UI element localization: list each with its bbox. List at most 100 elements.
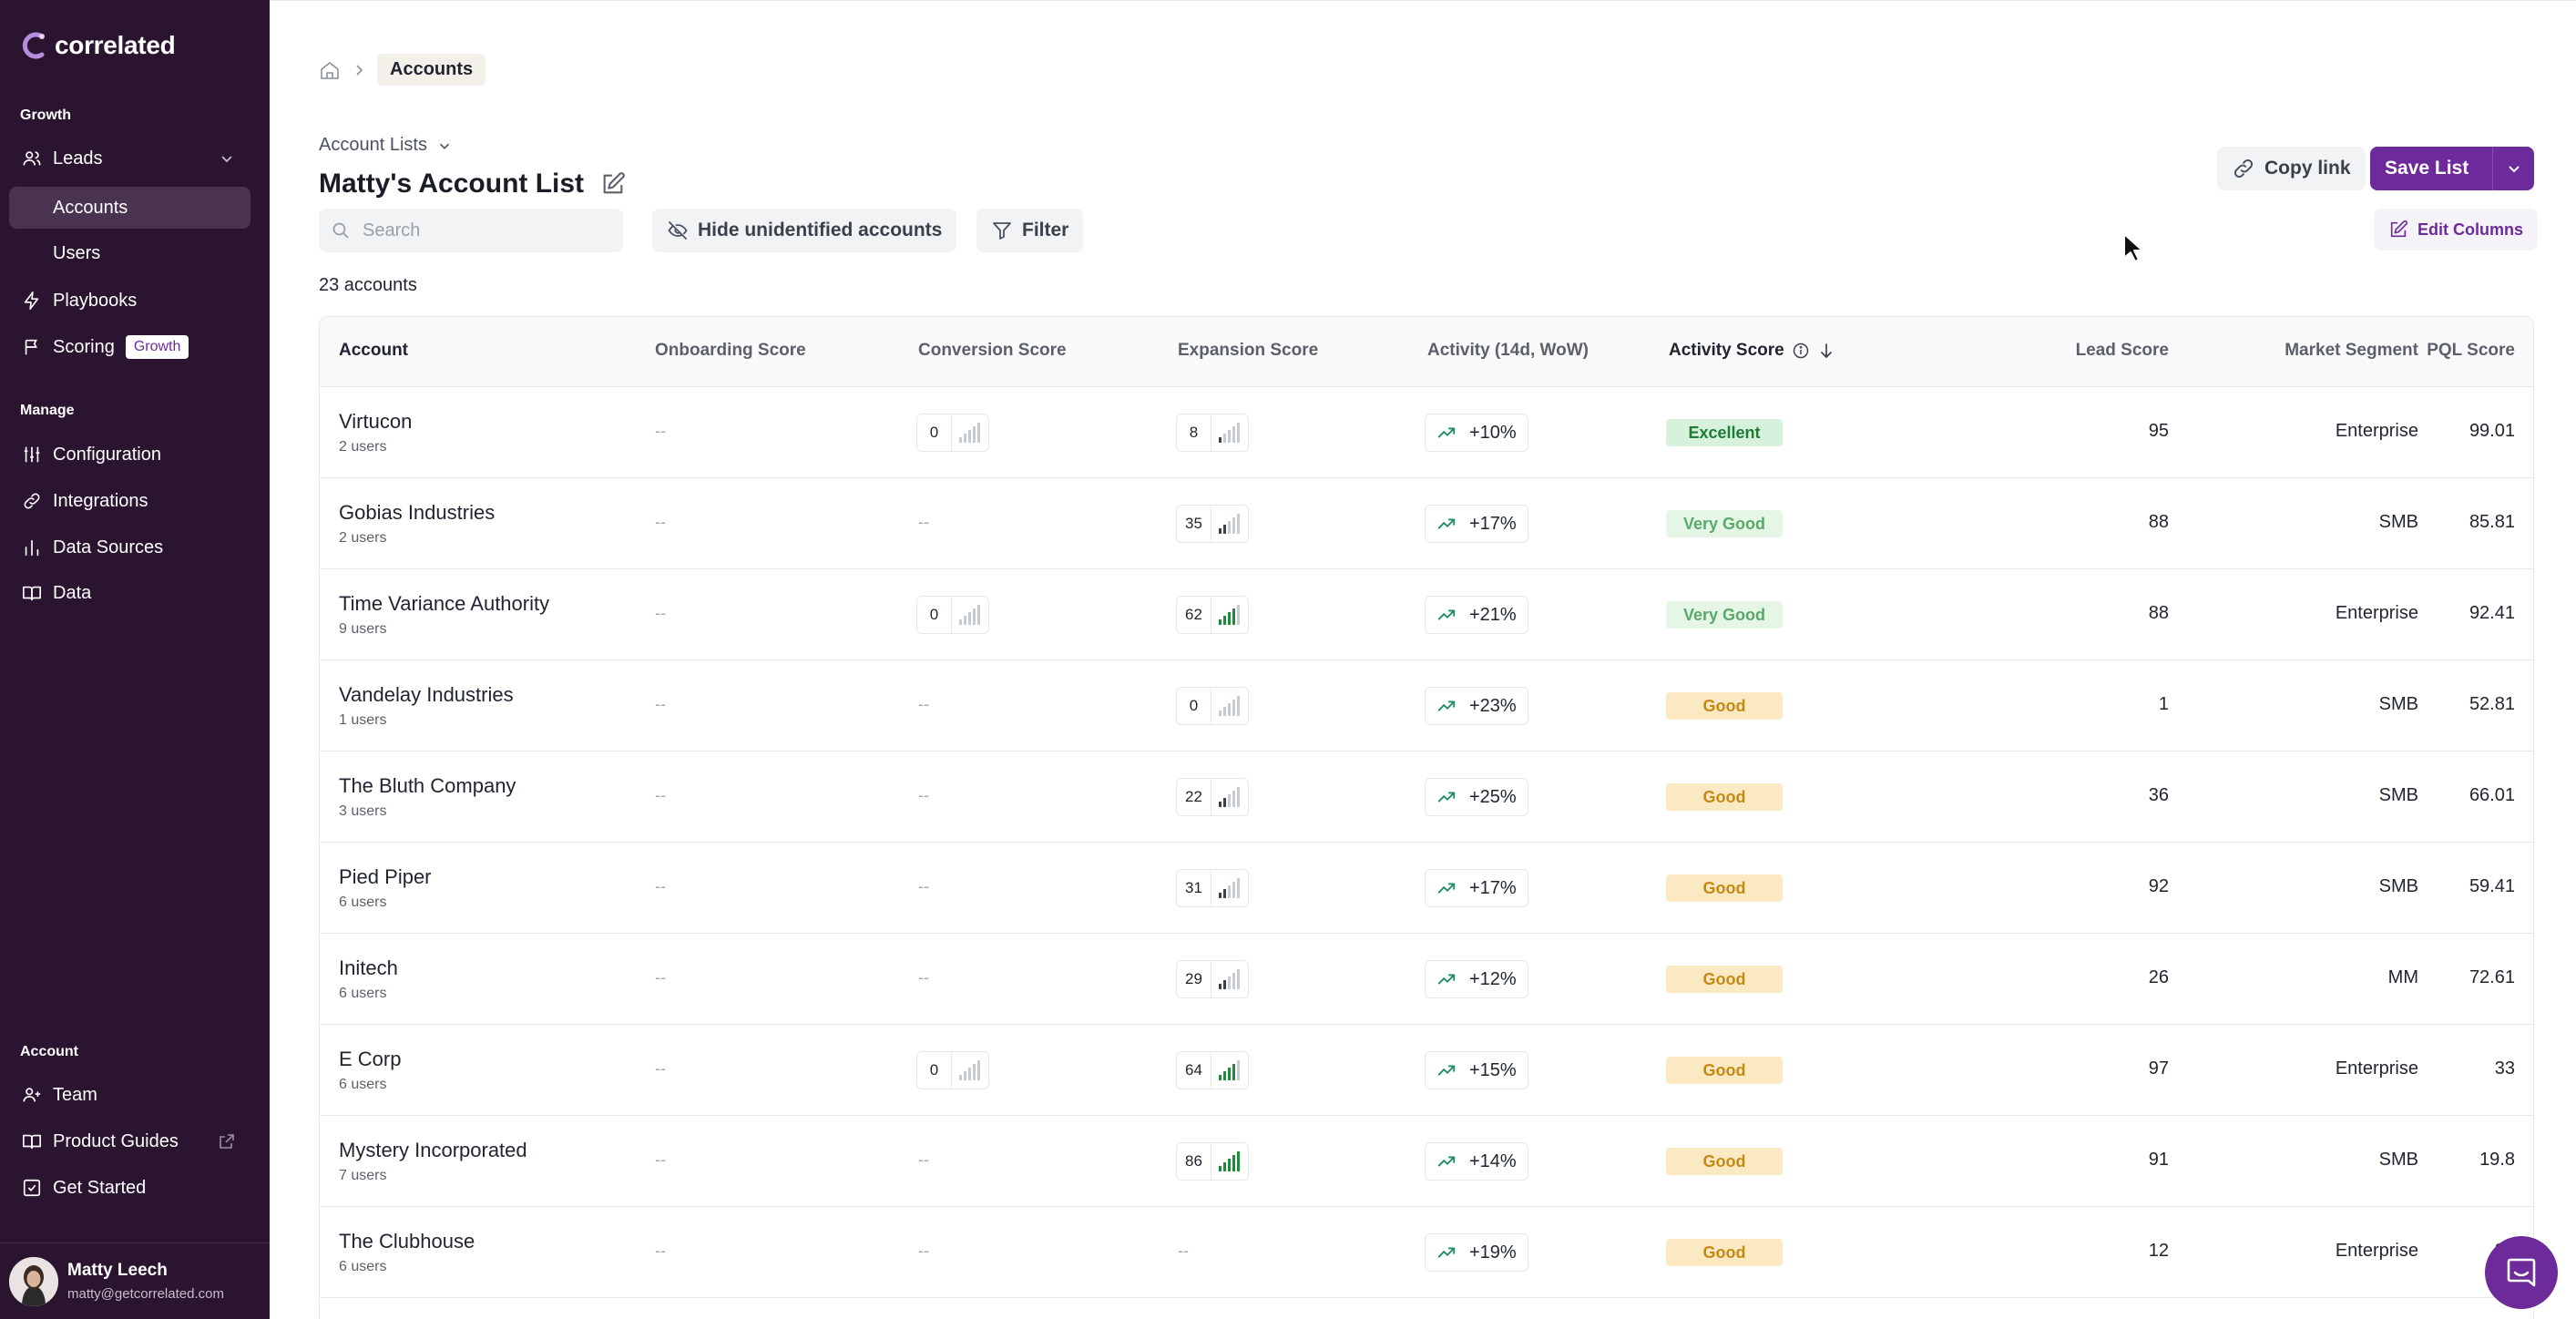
expansion-score: -- xyxy=(1178,1242,1189,1260)
onboarding-score: -- xyxy=(655,1242,666,1260)
home-icon[interactable] xyxy=(319,59,341,81)
column-header-pql-score[interactable]: PQL Score xyxy=(2369,341,2515,361)
account-name[interactable]: Initech xyxy=(339,956,398,980)
logo-icon xyxy=(22,32,45,59)
chat-launcher-button[interactable] xyxy=(2485,1236,2558,1309)
activity-score-badge: Very Good xyxy=(1666,510,1783,537)
signal-bars-icon xyxy=(1211,779,1248,815)
expansion-score-value: 22 xyxy=(1177,779,1211,815)
sidebar-item-configuration[interactable]: Configuration xyxy=(9,434,250,475)
table-row[interactable]: The Clubhouse 6 users -- -- -- +19% Good 12 Ente… xyxy=(320,1207,2533,1298)
sidebar: correlated Growth Leads Accounts Users P… xyxy=(0,0,270,1319)
account-name[interactable]: Vandelay Industries xyxy=(339,683,514,707)
table-row[interactable]: E Corp 6 users -- 0 64 +15% Good 97 Enterprise 33 xyxy=(320,1025,2533,1116)
signal-bars-icon xyxy=(952,1052,988,1089)
chevron-down-icon xyxy=(2508,166,2520,173)
save-options-dropdown[interactable] xyxy=(2492,147,2534,190)
sidebar-item-team[interactable]: Team xyxy=(9,1074,250,1116)
signal-bars-icon xyxy=(1211,506,1248,542)
account-name[interactable]: Mystery Incorporated xyxy=(339,1139,527,1162)
account-name[interactable]: The Bluth Company xyxy=(339,774,516,798)
trending-up-icon xyxy=(1437,974,1456,985)
conversion-score: 0 xyxy=(916,596,989,634)
table-row[interactable]: Initech 6 users -- -- 29 +12% Good 26 MM 72.61 xyxy=(320,934,2533,1025)
trending-up-icon xyxy=(1437,427,1456,438)
chevron-down-icon xyxy=(439,143,450,149)
column-header-lead-score[interactable]: Lead Score xyxy=(2032,341,2169,361)
sidebar-item-users[interactable]: Users xyxy=(9,232,250,274)
account-lists-dropdown[interactable]: Account Lists xyxy=(319,135,453,156)
sort-descending-icon[interactable] xyxy=(1817,342,1835,360)
conversion-score: -- xyxy=(918,513,929,531)
column-header-expansion[interactable]: Expansion Score xyxy=(1178,341,1318,361)
activity-value: +19% xyxy=(1469,1242,1517,1263)
column-header-onboarding[interactable]: Onboarding Score xyxy=(655,341,806,361)
sidebar-item-accounts[interactable]: Accounts xyxy=(9,187,250,229)
link-icon xyxy=(22,491,42,511)
expansion-score: 64 xyxy=(1176,1051,1249,1089)
lead-score: 88 xyxy=(2148,603,2169,623)
table-row[interactable]: Time Variance Authority 9 users -- 0 62 +21% V… xyxy=(320,569,2533,660)
save-list-button[interactable]: Save List xyxy=(2370,147,2534,190)
copy-link-button[interactable]: Copy link xyxy=(2217,147,2366,190)
lead-score: 26 xyxy=(2148,967,2169,987)
account-users: 9 users xyxy=(339,621,387,637)
copy-link-label: Copy link xyxy=(2264,158,2351,179)
table-row[interactable]: Gobias Industries 2 users -- -- 35 +17% Very G… xyxy=(320,478,2533,569)
lead-score: 1 xyxy=(2158,694,2169,714)
account-name[interactable]: Virtucon xyxy=(339,410,412,434)
signal-bars-icon xyxy=(1211,870,1248,906)
table-row[interactable]: Virtucon 2 users -- 0 8 +10% Excellent 95 Enterp… xyxy=(320,387,2533,478)
trending-up-icon xyxy=(1437,1247,1456,1258)
search-box[interactable] xyxy=(319,209,623,252)
account-name[interactable]: Time Variance Authority xyxy=(339,592,549,616)
activity-value: +25% xyxy=(1469,786,1517,807)
user-profile[interactable]: Matty Leech matty@getcorrelated.com xyxy=(0,1242,270,1319)
account-users: 2 users xyxy=(339,530,387,546)
lightning-icon xyxy=(22,291,42,311)
activity-trend: +17% xyxy=(1425,869,1528,907)
table-row[interactable]: Pied Piper 6 users -- -- 31 +17% Good 92 SMB 59.4… xyxy=(320,843,2533,934)
search-input[interactable] xyxy=(363,220,599,241)
filter-button[interactable]: Filter xyxy=(976,209,1084,252)
app-root: correlated Growth Leads Accounts Users P… xyxy=(0,0,2576,1319)
sidebar-item-data[interactable]: Data xyxy=(9,572,250,614)
account-name[interactable]: Pied Piper xyxy=(339,865,432,889)
account-name[interactable]: E Corp xyxy=(339,1048,401,1071)
sidebar-item-playbooks[interactable]: Playbooks xyxy=(9,280,250,322)
trending-up-icon xyxy=(1437,518,1456,529)
column-header-activity-score[interactable]: Activity Score xyxy=(1669,341,1835,361)
pql-score: 72.61 xyxy=(2469,967,2515,987)
column-header-conversion[interactable]: Conversion Score xyxy=(918,341,1067,361)
sidebar-item-leads[interactable]: Leads xyxy=(9,138,250,179)
table-row[interactable]: Mystery Incorporated 7 users -- -- 86 +14% Goo… xyxy=(320,1116,2533,1207)
hide-unidentified-label: Hide unidentified accounts xyxy=(698,220,943,240)
user-name: Matty Leech xyxy=(67,1261,168,1280)
trending-up-icon xyxy=(1437,883,1456,894)
info-icon[interactable] xyxy=(1792,342,1810,360)
sidebar-item-product-guides[interactable]: Product Guides xyxy=(9,1120,250,1162)
logo[interactable]: correlated xyxy=(20,27,176,64)
sidebar-item-scoring[interactable]: Scoring Growth xyxy=(9,326,250,368)
pql-score: 52.81 xyxy=(2469,694,2515,714)
column-header-activity[interactable]: Activity (14d, WoW) xyxy=(1427,341,1589,361)
sidebar-item-integrations[interactable]: Integrations xyxy=(9,480,250,522)
activity-value: +17% xyxy=(1469,513,1517,534)
sidebar-item-label: Leads xyxy=(53,148,103,169)
hide-unidentified-button[interactable]: Hide unidentified accounts xyxy=(652,209,957,252)
table-row[interactable]: The Bluth Company 3 users -- -- 22 +25% Good 36… xyxy=(320,752,2533,843)
edit-icon[interactable] xyxy=(600,171,626,197)
edit-columns-button[interactable]: Edit Columns xyxy=(2374,209,2538,251)
table-header: Account Onboarding Score Conversion Scor… xyxy=(320,317,2533,387)
activity-value: +14% xyxy=(1469,1150,1517,1171)
chevron-down-icon[interactable] xyxy=(218,149,236,168)
avatar xyxy=(9,1256,58,1306)
sidebar-item-get-started[interactable]: Get Started xyxy=(9,1167,250,1209)
account-name[interactable]: Gobias Industries xyxy=(339,501,495,525)
table-row[interactable]: Vandelay Industries 1 users -- -- 0 +23% Good 1… xyxy=(320,660,2533,752)
activity-value: +17% xyxy=(1469,877,1517,898)
column-header-account[interactable]: Account xyxy=(339,341,408,361)
account-name[interactable]: The Clubhouse xyxy=(339,1230,475,1253)
activity-value: +10% xyxy=(1469,422,1517,443)
sidebar-item-data-sources[interactable]: Data Sources xyxy=(9,527,250,568)
